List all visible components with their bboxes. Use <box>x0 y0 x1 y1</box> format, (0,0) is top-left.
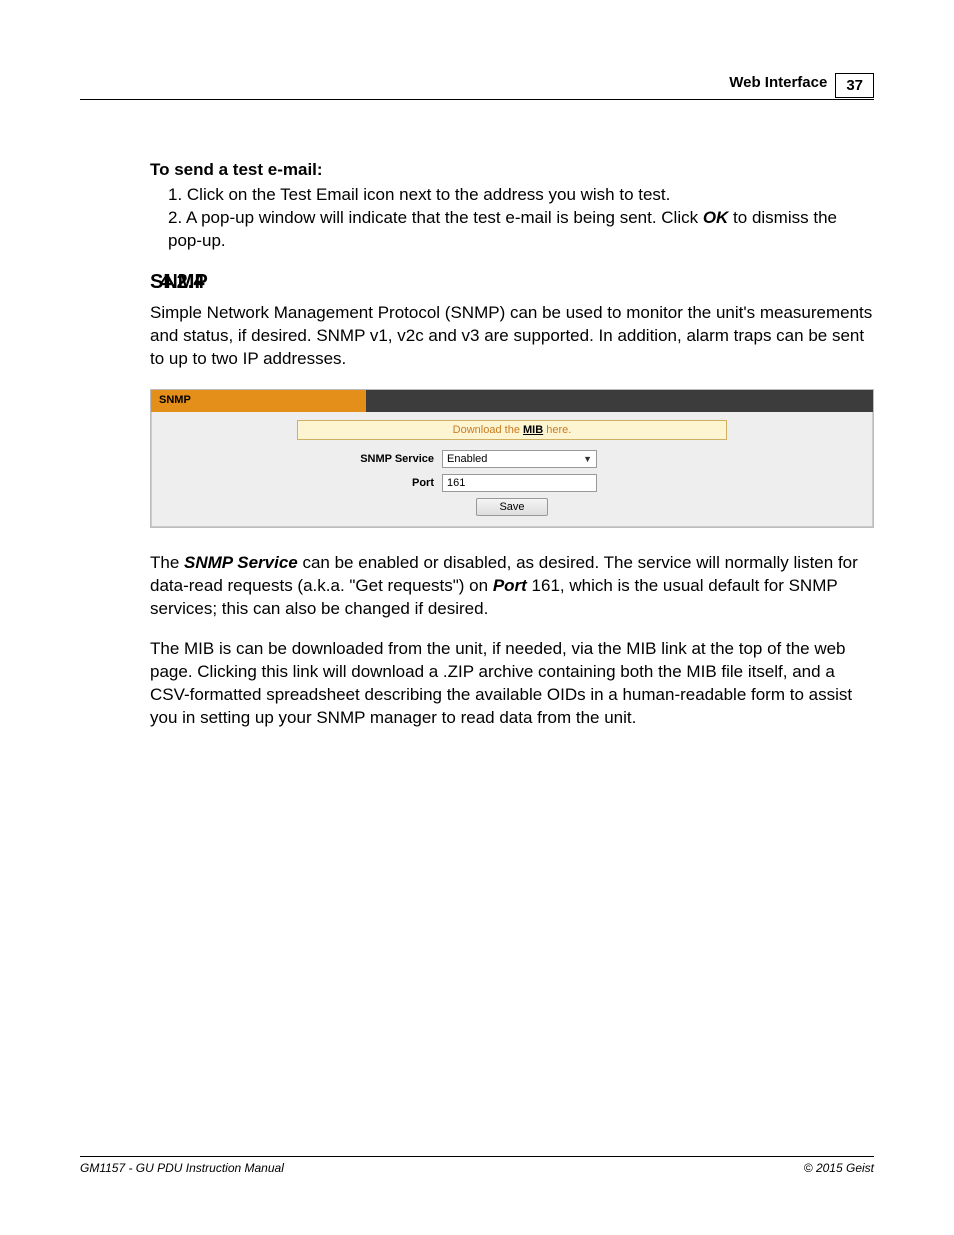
email-heading: To send a test e-mail: <box>150 160 874 180</box>
mib-link[interactable]: MIB <box>523 424 543 436</box>
mib-paragraph: The MIB is can be downloaded from the un… <box>150 638 874 730</box>
save-button[interactable]: Save <box>476 498 547 516</box>
intro-paragraph: Simple Network Management Protocol (SNMP… <box>150 302 874 371</box>
snmp-titlebar: SNMP <box>151 390 873 412</box>
snmp-config-panel: SNMP Download the MIB here. SNMP Service… <box>150 389 874 528</box>
port-label: Port <box>162 477 442 489</box>
email-steps: 1. Click on the Test Email icon next to … <box>150 184 874 253</box>
page-header: Web Interface 37 <box>80 70 874 100</box>
titlebar-spacer <box>366 390 873 412</box>
header-section: Web Interface <box>729 74 827 91</box>
email-step-1: 1. Click on the Test Email icon next to … <box>168 184 874 207</box>
snmp-service-label: SNMP Service <box>162 453 442 465</box>
footer-left: GM1157 - GU PDU Instruction Manual <box>80 1161 284 1175</box>
port-row: Port 161 <box>162 474 862 492</box>
snmp-service-row: SNMP Service Enabled ▼ <box>162 450 862 468</box>
snmp-body: Download the MIB here. SNMP Service Enab… <box>151 412 873 527</box>
chevron-down-icon: ▼ <box>583 454 592 464</box>
snmp-service-paragraph: The SNMP Service can be enabled or disab… <box>150 552 874 621</box>
email-step-2: 2. A pop-up window will indicate that th… <box>168 207 874 253</box>
snmp-tab: SNMP <box>151 390 366 412</box>
footer-right: © 2015 Geist <box>804 1161 874 1175</box>
port-input[interactable]: 161 <box>442 474 597 492</box>
page-footer: GM1157 - GU PDU Instruction Manual © 201… <box>80 1156 874 1175</box>
download-mib-bar[interactable]: Download the MIB here. <box>297 420 727 440</box>
snmp-service-select[interactable]: Enabled ▼ <box>442 450 597 468</box>
page-number: 37 <box>835 73 874 98</box>
section-number: 4.2.4 <box>160 271 204 294</box>
